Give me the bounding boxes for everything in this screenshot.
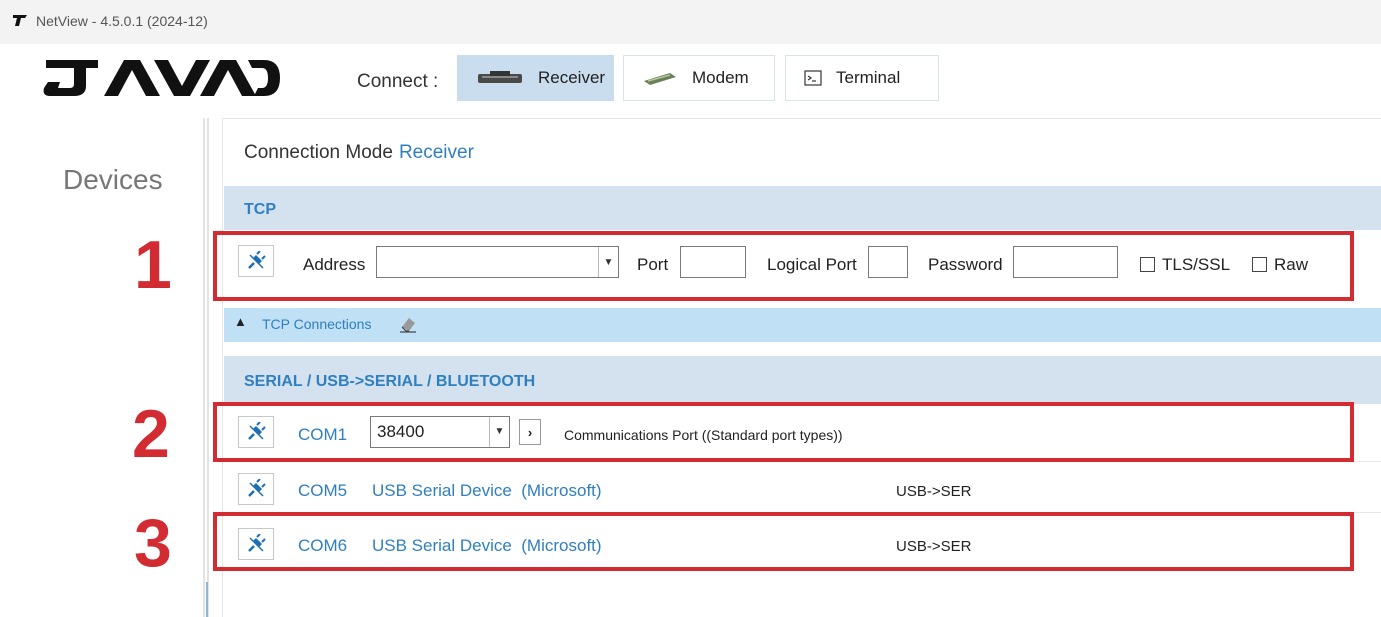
devices-title: Devices: [63, 164, 163, 195]
tcp-connections-bar[interactable]: ▲ TCP Connections: [224, 308, 1381, 342]
modem-mode-button[interactable]: Modem: [623, 55, 775, 101]
terminal-icon: [804, 70, 822, 86]
connect-label: Connect :: [357, 71, 439, 92]
highlight-box-tcp: [213, 231, 1354, 301]
annotation-number-3: 3: [134, 505, 172, 581]
eraser-icon[interactable]: [398, 315, 418, 333]
chevron-up-icon[interactable]: ▲: [234, 314, 247, 329]
modem-icon: [642, 71, 678, 85]
panel-splitter[interactable]: [203, 118, 209, 617]
com5-name[interactable]: COM5: [298, 481, 347, 501]
com5-connect-button[interactable]: [238, 473, 274, 505]
com5-description[interactable]: USB Serial Device (Microsoft): [372, 481, 602, 501]
connection-mode-value: Receiver: [398, 142, 474, 163]
modem-mode-label: Modem: [692, 68, 749, 87]
title-bar: NetView - 4.5.0.1 (2024-12): [0, 0, 1381, 44]
receiver-mode-label: Receiver: [538, 68, 606, 87]
annotation-number-2: 2: [132, 396, 170, 472]
terminal-mode-label: Terminal: [836, 68, 901, 87]
receiver-mode-button[interactable]: Receiver: [457, 55, 614, 101]
tcp-section-header: TCP: [224, 186, 1381, 230]
tcp-connections-label: TCP Connections: [262, 316, 372, 332]
javad-app-icon: [13, 15, 27, 26]
connection-mode: Connection Mode Receiver: [244, 142, 474, 164]
com5-type: USB->SER: [896, 483, 972, 500]
terminal-mode-button[interactable]: Terminal: [785, 55, 939, 101]
window-title: NetView - 4.5.0.1 (2024-12): [36, 13, 208, 29]
annotation-number-1: 1: [134, 227, 172, 303]
splitter-handle[interactable]: [206, 582, 208, 617]
javad-logo: [43, 60, 280, 96]
connection-mode-label: Connection Mode: [244, 142, 393, 163]
serial-section-header: SERIAL / USB->SERIAL / BLUETOOTH: [224, 356, 1381, 404]
plug-icon: [248, 479, 266, 497]
highlight-box-com1: [213, 402, 1354, 462]
highlight-box-com6: [213, 512, 1354, 571]
receiver-icon: [476, 70, 524, 86]
